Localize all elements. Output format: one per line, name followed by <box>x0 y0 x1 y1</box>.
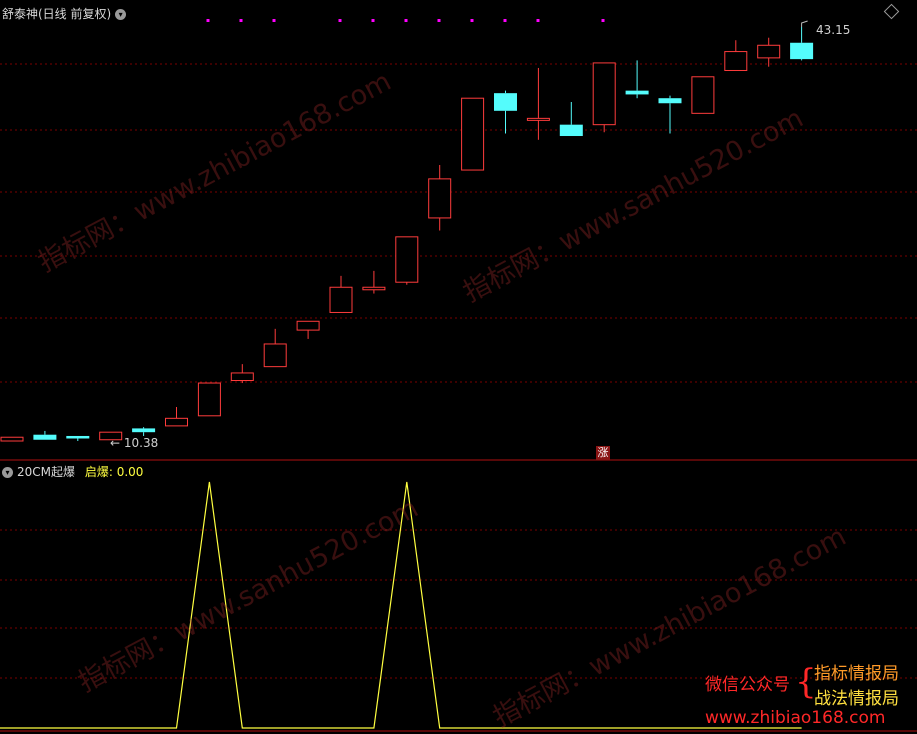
candle-body <box>461 97 485 171</box>
candle-body <box>790 42 814 60</box>
candle-body <box>625 90 649 95</box>
indicator-param: 启爆: 0.00 <box>84 465 144 479</box>
promo-url: www.zhibiao168.com <box>705 708 886 728</box>
candle-body <box>33 434 57 440</box>
signal-dot <box>338 19 342 22</box>
candle <box>197 382 221 417</box>
candle <box>428 165 452 231</box>
main-chart-grid <box>0 63 917 732</box>
candle <box>362 270 386 294</box>
candle <box>296 320 320 339</box>
candle-body <box>658 98 682 104</box>
signal-dot <box>470 19 474 22</box>
high-price-label: 43.15 <box>816 23 851 37</box>
candle-body <box>559 124 583 137</box>
candle <box>395 236 419 285</box>
candle <box>230 364 254 384</box>
candle-body <box>296 320 320 331</box>
limit-up-badge: 涨 <box>596 446 610 460</box>
chevron-down-icon[interactable]: ▾ <box>2 467 13 478</box>
stock-title: 舒泰神(日线 前复权) <box>2 7 112 21</box>
wechat-label: 微信公众号 <box>705 675 790 695</box>
high-pointer <box>801 20 808 27</box>
candle <box>132 427 156 436</box>
candle <box>658 95 682 134</box>
chart-header: 舒泰神(日线 前复权) ▾ <box>2 5 127 22</box>
candle-body <box>592 62 616 126</box>
candle <box>461 97 485 171</box>
candle-body <box>757 44 781 59</box>
indicator-series <box>0 481 802 729</box>
candle-body <box>165 417 188 427</box>
signal-dots <box>206 19 605 22</box>
candle <box>724 40 748 71</box>
signal-dot <box>503 19 507 22</box>
candlestick-series[interactable] <box>0 20 814 442</box>
signal-dot <box>601 19 605 22</box>
candle <box>526 67 550 140</box>
candle <box>691 76 715 114</box>
signal-dot <box>206 19 210 22</box>
candle <box>33 430 57 440</box>
candle <box>757 37 781 67</box>
signal-dot <box>272 19 276 22</box>
indicator-line <box>0 481 802 729</box>
signal-dot <box>404 19 408 22</box>
candle-body <box>263 343 287 368</box>
candle-body <box>329 286 353 313</box>
candle <box>494 90 517 134</box>
candle <box>0 436 24 442</box>
candle <box>165 406 188 427</box>
signal-dot <box>437 19 441 22</box>
candle <box>559 101 583 137</box>
indicator-header: ▾ 20CM起爆 启爆: 0.00 <box>2 463 143 480</box>
candle-body <box>66 435 90 439</box>
candle <box>66 435 90 442</box>
signal-dot <box>371 19 375 22</box>
candle-body <box>197 382 221 417</box>
low-price-label: ← 10.38 <box>110 436 159 450</box>
candle-body <box>526 117 550 121</box>
promo-line-2: 战法情报局 <box>814 689 899 709</box>
candle-body <box>691 76 715 114</box>
candle-body <box>230 372 254 382</box>
candle <box>592 62 616 133</box>
chevron-down-icon[interactable]: ▾ <box>115 9 127 20</box>
candle-body <box>395 236 419 283</box>
candle-body <box>724 51 748 71</box>
signal-dot <box>536 19 540 22</box>
candle <box>263 328 287 368</box>
candle-body <box>494 93 517 111</box>
candle <box>625 60 649 99</box>
candle-body <box>362 286 386 291</box>
candle <box>790 27 814 61</box>
candle-body <box>132 428 156 433</box>
indicator-name: 20CM起爆 <box>17 465 76 479</box>
signal-dot <box>239 19 243 22</box>
promo-line-1: 指标情报局 <box>814 664 899 684</box>
candle <box>329 275 353 313</box>
chart-canvas[interactable] <box>0 0 917 734</box>
candle-body <box>428 178 452 219</box>
candle-body <box>0 436 24 442</box>
